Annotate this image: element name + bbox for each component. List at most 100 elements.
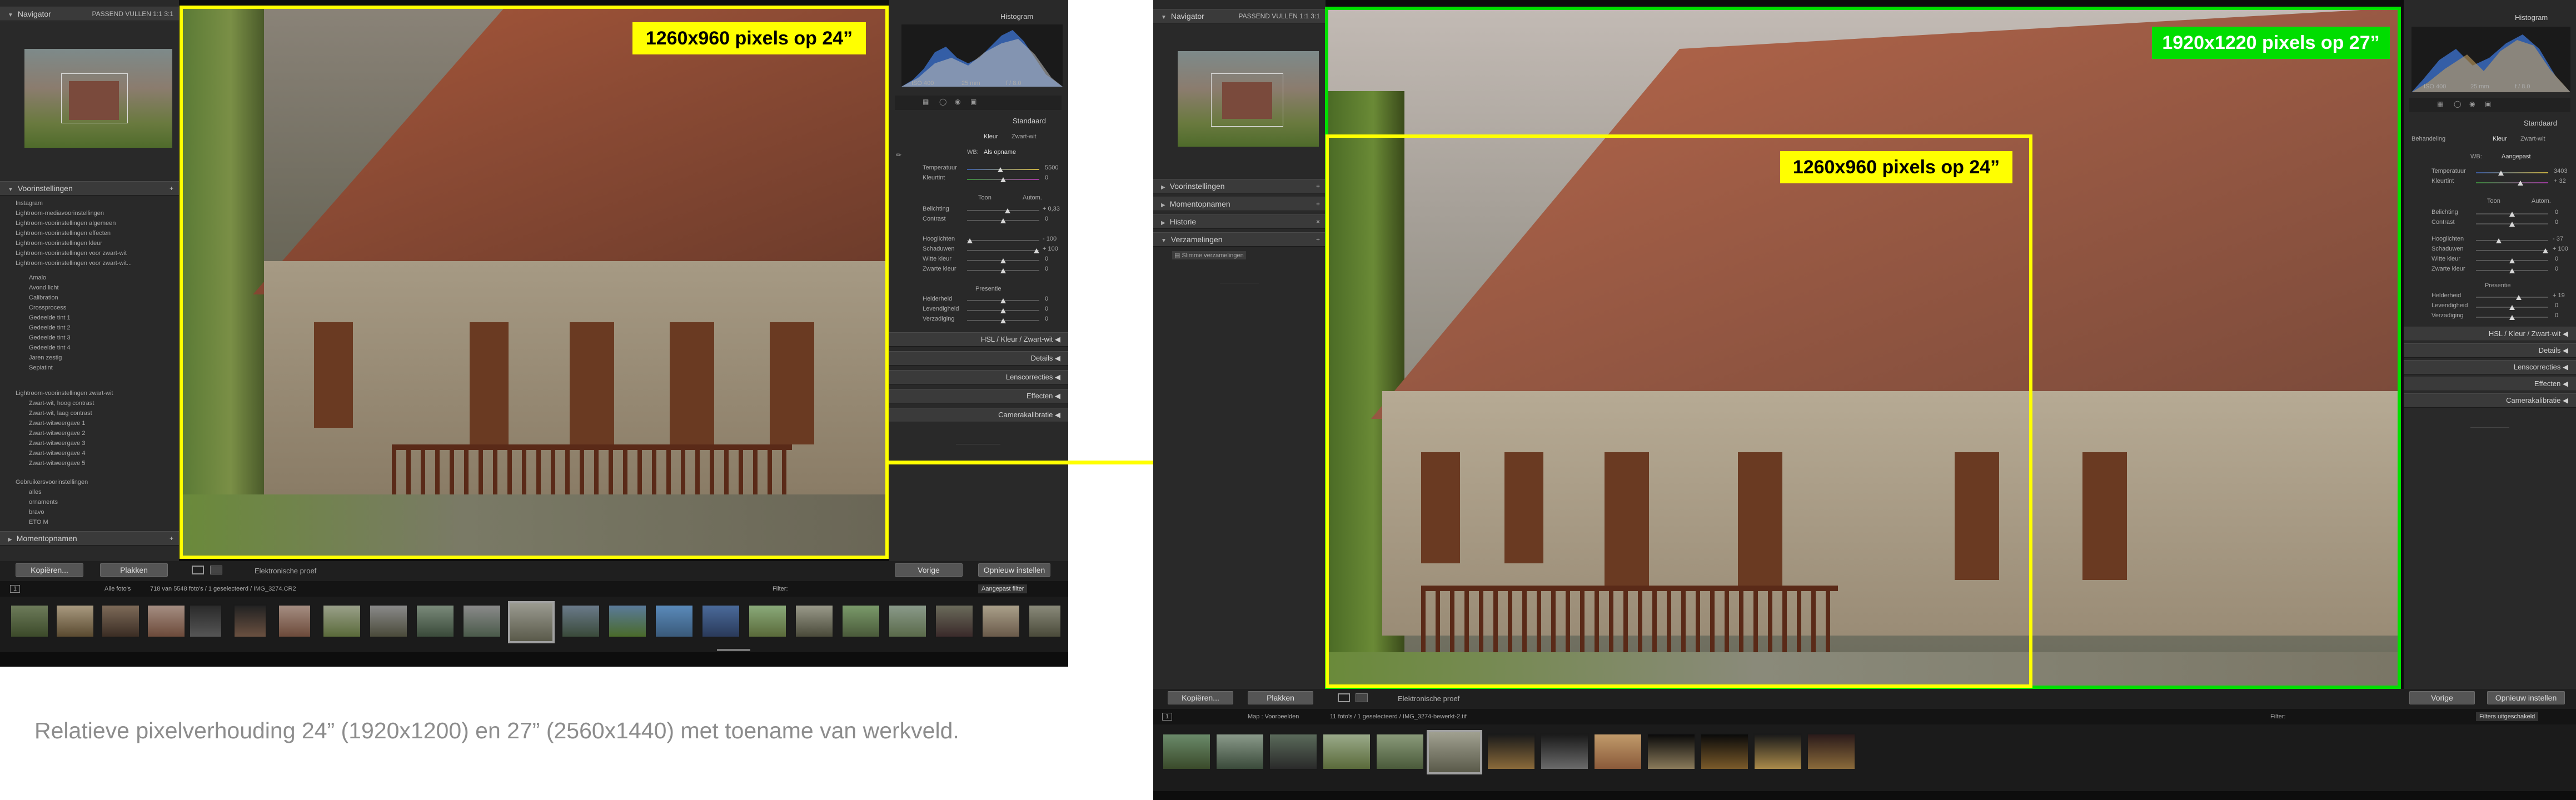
filmstrip-thumb[interactable] [10, 604, 49, 638]
exposure-slider[interactable] [2476, 212, 2548, 217]
highlights-slider[interactable] [2476, 238, 2548, 243]
filmstrip-thumb[interactable] [1700, 733, 1749, 770]
all-photos-label[interactable]: Alle foto's [104, 586, 131, 592]
filmstrip-thumb[interactable] [1753, 733, 1802, 770]
tint-slider[interactable] [2476, 181, 2548, 186]
preset-item[interactable]: Sepiatint [29, 364, 53, 371]
whites-slider[interactable] [2476, 258, 2548, 263]
temperature-slider[interactable] [967, 167, 1039, 172]
preset-item[interactable]: Zwart-witweergave 3 [29, 440, 85, 447]
presets-header[interactable]: ▼ Voorinstellingen + [0, 181, 179, 196]
preset-item[interactable]: Zwart-wit, laag contrast [29, 410, 92, 417]
navigator-preview[interactable] [1178, 51, 1319, 147]
filmstrip-thumb[interactable] [278, 604, 311, 638]
filmstrip-thumb[interactable] [1487, 733, 1536, 770]
histogram-graph[interactable] [901, 24, 1063, 87]
filmstrip-thumb[interactable] [1593, 733, 1642, 770]
filmstrip-thumb[interactable] [935, 604, 974, 638]
filmstrip-thumb[interactable] [101, 604, 140, 638]
filmstrip-thumb[interactable] [561, 604, 600, 638]
treatment-bw[interactable]: Zwart-wit [2520, 136, 2545, 142]
filmstrip-thumb-selected[interactable] [508, 601, 555, 643]
vibrance-slider[interactable] [967, 308, 1039, 313]
section-calibration[interactable]: Camerakalibratie ◀ [2404, 393, 2576, 408]
basic-panel-title[interactable]: Standaard [2524, 119, 2557, 127]
preset-item[interactable]: Gebruikersvoorinstellingen [16, 479, 88, 486]
previous-button[interactable]: Vorige [2409, 691, 2475, 704]
contrast-slider[interactable] [967, 218, 1039, 223]
highlights-slider[interactable] [967, 238, 1039, 243]
shadows-slider[interactable] [2476, 248, 2548, 253]
spot-removal-icon[interactable]: ◯ [2454, 100, 2461, 108]
filmstrip-thumb[interactable] [1322, 733, 1371, 770]
contrast-slider[interactable] [2476, 222, 2548, 227]
navigator-header[interactable]: ▼ Navigator PASSEND VULLEN 1:1 3:1 [0, 7, 179, 21]
soft-proof-label[interactable]: Elektronische proef [255, 567, 316, 575]
clarity-slider[interactable] [2476, 295, 2548, 300]
preset-item[interactable]: alles [29, 489, 42, 496]
filmstrip-thumb[interactable] [655, 604, 694, 638]
filmstrip-thumb[interactable] [147, 604, 186, 638]
histogram-title[interactable]: Histogram [1000, 12, 1033, 21]
filmstrip-thumb[interactable] [322, 604, 361, 638]
filmstrip-thumb[interactable] [1269, 733, 1318, 770]
treatment-bw[interactable]: Zwart-wit [1012, 133, 1037, 140]
filmstrip-thumb[interactable] [1028, 604, 1062, 638]
treatment-color[interactable]: Kleur [984, 133, 998, 140]
compare-view-icon[interactable] [210, 566, 222, 574]
blacks-slider[interactable] [967, 268, 1039, 273]
snapshots-header[interactable]: ▶ Momentopnamen + [0, 531, 179, 546]
filmstrip-thumb[interactable] [701, 604, 740, 638]
filter-dropdown[interactable]: Filters uitgeschakeld [2476, 712, 2539, 721]
preset-item[interactable]: Zwart-witweergave 4 [29, 450, 85, 457]
filmstrip-thumb[interactable] [1162, 733, 1211, 770]
preset-item[interactable]: Gedeelde tint 4 [29, 344, 71, 351]
reset-button[interactable]: Opnieuw instellen [2487, 691, 2565, 704]
preset-item[interactable]: Gedeelde tint 1 [29, 314, 71, 321]
filmstrip-thumb-selected[interactable] [1427, 730, 1482, 774]
folder-label[interactable]: Map : Voorbeelden [1248, 713, 1299, 720]
page-indicator[interactable]: 1 [10, 585, 21, 593]
saturation-slider[interactable] [2476, 315, 2548, 320]
preset-item[interactable]: bravo [29, 509, 44, 516]
preset-item[interactable]: Gedeelde tint 2 [29, 324, 71, 331]
navigator-focus-rect[interactable] [61, 73, 128, 123]
histogram-graph[interactable] [2411, 27, 2570, 92]
preset-item[interactable]: Lightroom-voorinstellingen voor zwart-wi… [16, 250, 127, 257]
preset-item[interactable]: Lightroom-voorinstellingen algemeen [16, 220, 116, 227]
crop-tool-icon[interactable]: ▦ [923, 98, 929, 106]
filmstrip-thumb[interactable] [748, 604, 787, 638]
treatment-color[interactable]: Kleur [2493, 136, 2507, 142]
wb-dropdown[interactable]: Als opname [984, 149, 1016, 156]
preset-item[interactable]: Gedeelde tint 3 [29, 334, 71, 341]
navigator-preview[interactable] [24, 49, 172, 148]
filmstrip-thumb[interactable] [1647, 733, 1696, 770]
navigator-header[interactable]: ▼ Navigator PASSEND VULLEN 1:1 3:1 [1153, 9, 1326, 23]
preset-item[interactable]: Crossprocess [29, 304, 66, 311]
reset-button[interactable]: Opnieuw instellen [978, 563, 1050, 577]
red-eye-icon[interactable]: ◉ [2469, 100, 2475, 108]
preset-item[interactable]: Lightroom-voorinstellingen zwart-wit [16, 390, 113, 397]
filmstrip-thumb[interactable] [233, 604, 267, 638]
preset-item[interactable]: Zwart-witweergave 2 [29, 430, 85, 437]
filmstrip-thumb[interactable] [841, 604, 880, 638]
histogram-title[interactable]: Histogram [2515, 13, 2548, 22]
filmstrip-thumb[interactable] [56, 604, 94, 638]
section-hsl[interactable]: HSL / Kleur / Zwart-wit ◀ [2404, 327, 2576, 341]
preset-item[interactable]: Amalo [29, 274, 46, 281]
copy-button[interactable]: Kopiëren... [1168, 691, 1233, 704]
eyedropper-icon[interactable]: ✏ [896, 151, 901, 159]
filmstrip-thumb[interactable] [462, 604, 501, 638]
filmstrip-scrollbar[interactable] [717, 649, 750, 651]
graduated-filter-icon[interactable]: ▣ [970, 98, 976, 106]
shadows-slider[interactable] [967, 248, 1039, 253]
section-lens[interactable]: Lenscorrecties ◀ [889, 370, 1068, 384]
wb-dropdown[interactable]: Aangepast [2502, 153, 2531, 160]
preset-item[interactable]: Lightroom-voorinstellingen voor zwart-wi… [16, 260, 132, 267]
paste-button[interactable]: Plakken [1248, 691, 1313, 704]
snapshots-header[interactable]: ▶ Momentopnamen + [1153, 197, 1326, 211]
preset-item[interactable]: Lightroom-voorinstellingen kleur [16, 240, 102, 247]
vibrance-slider[interactable] [2476, 305, 2548, 310]
filter-dropdown[interactable]: Aangepast filter [978, 584, 1028, 593]
auto-tone-button[interactable]: Autom. [1023, 194, 1042, 201]
